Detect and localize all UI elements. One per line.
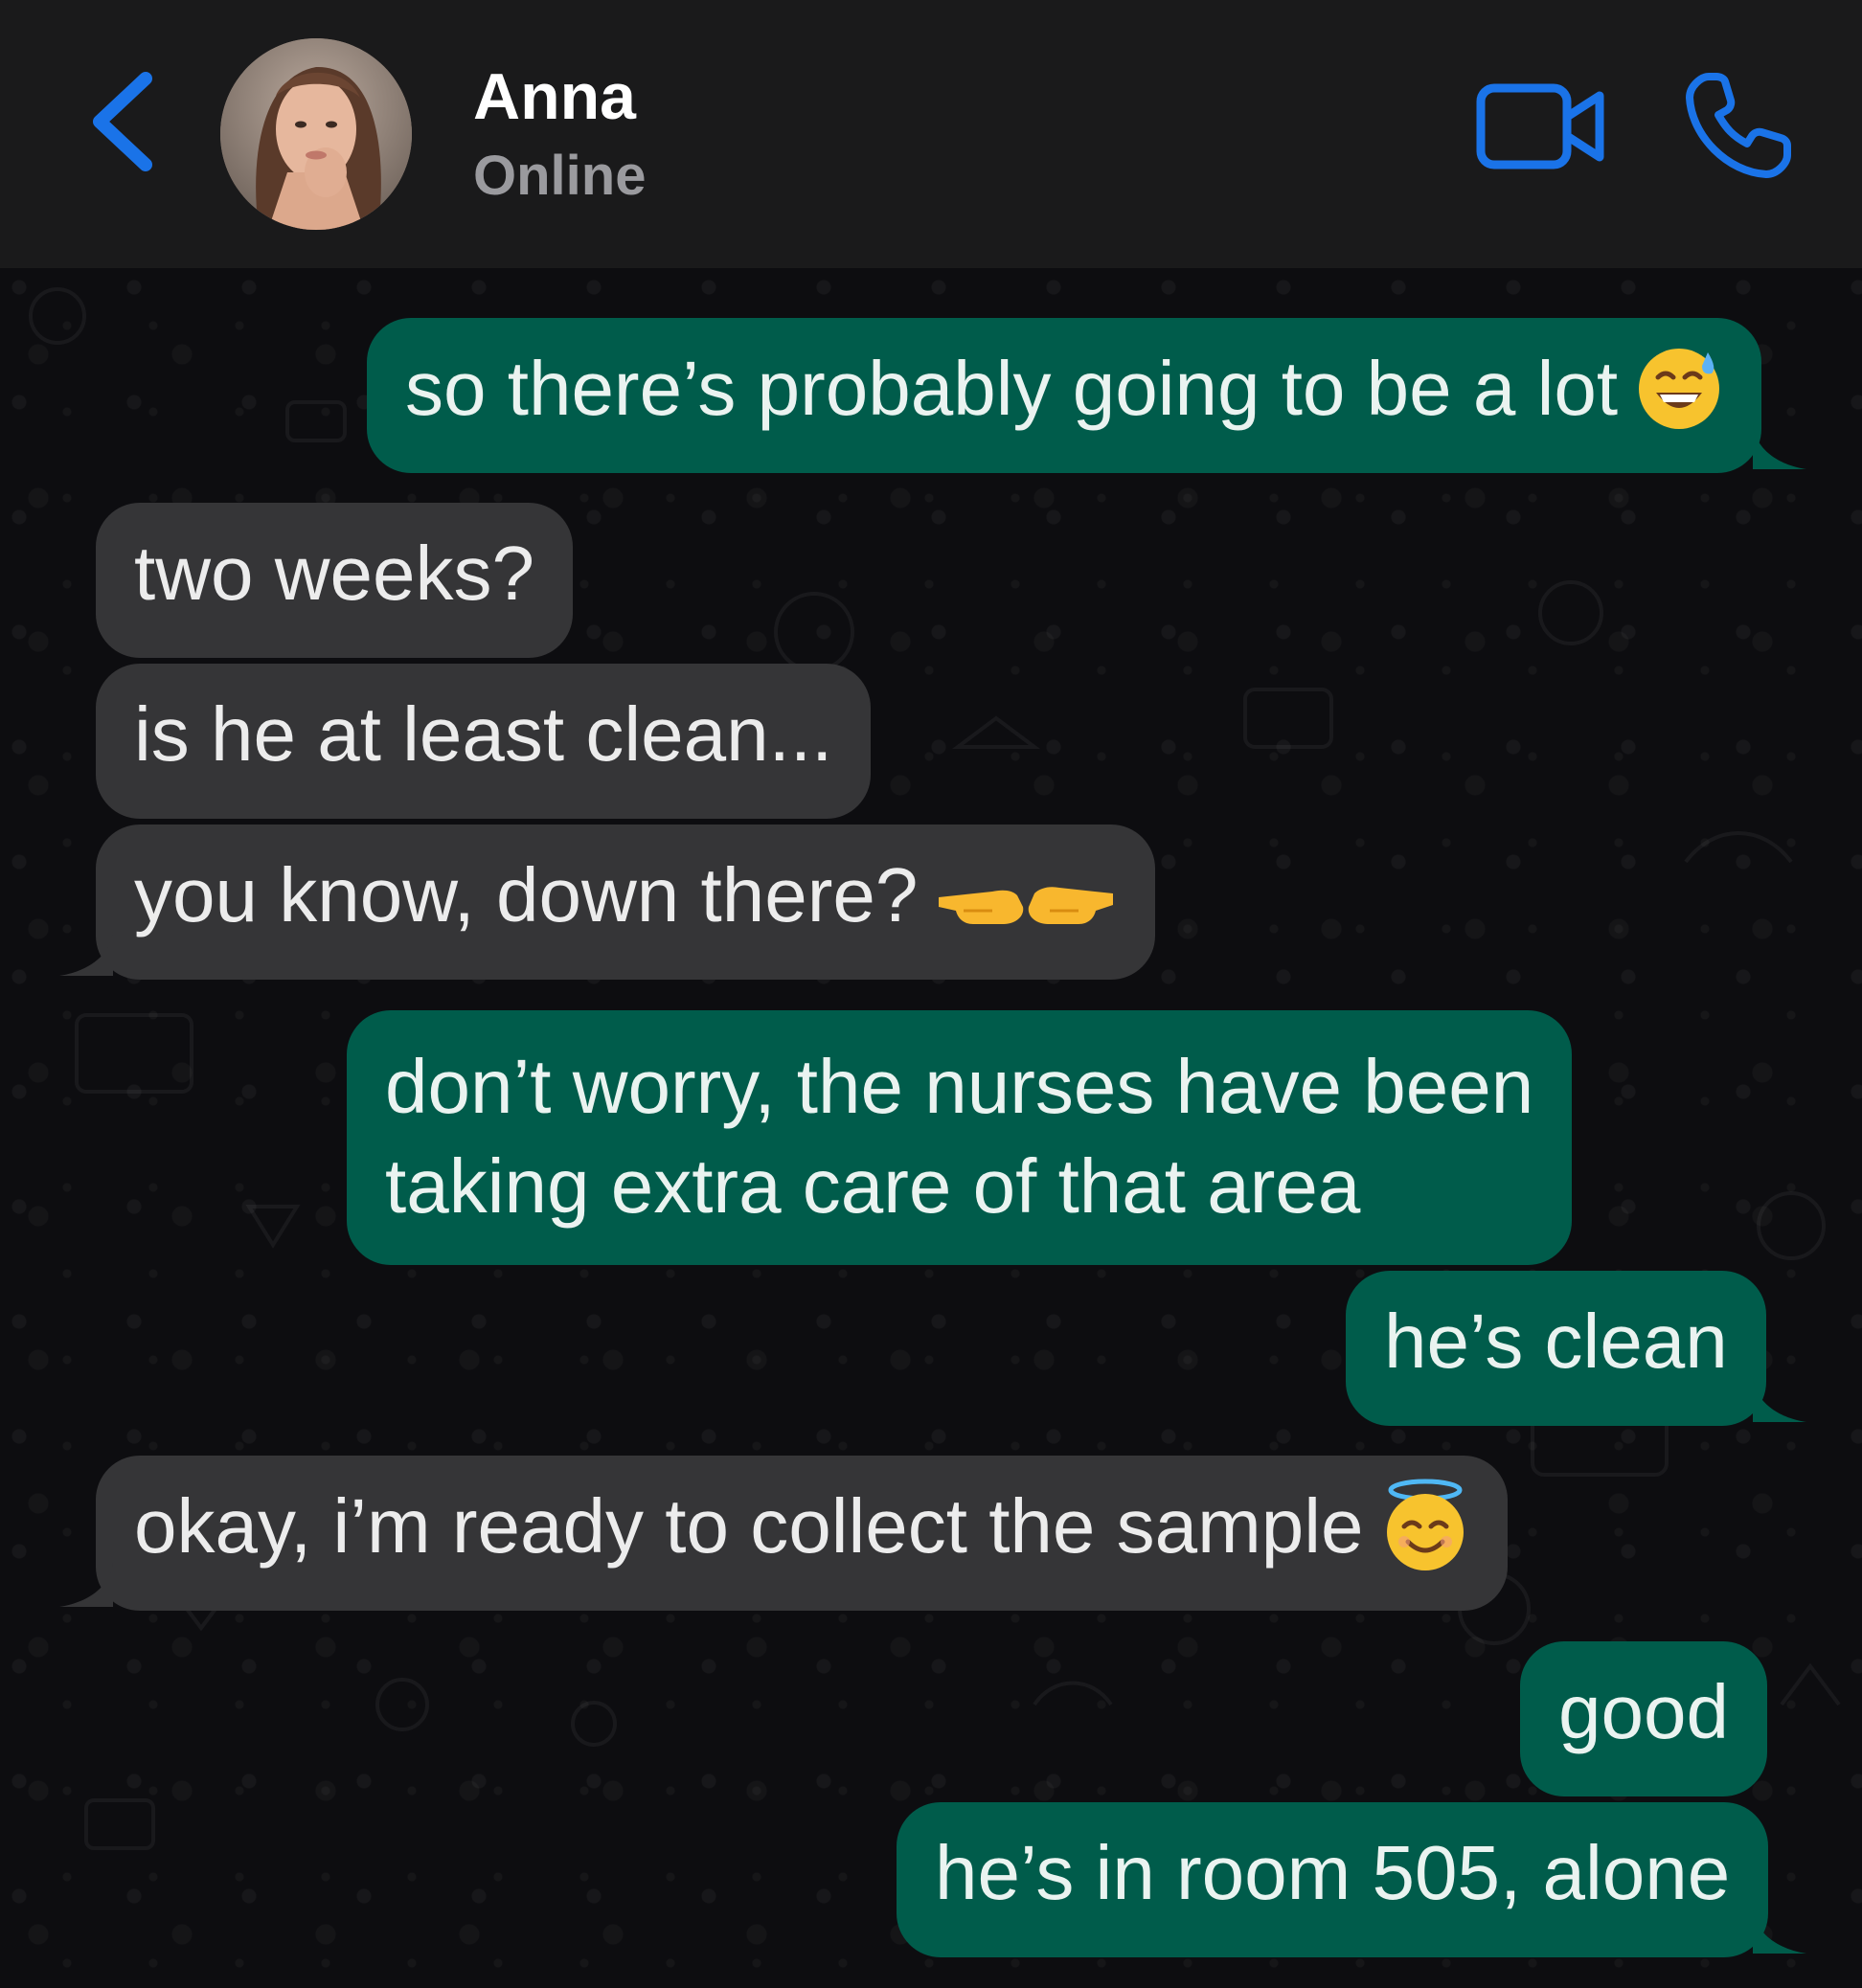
- message-text: good: [1558, 1669, 1729, 1754]
- bubble-tail-incoming: [59, 932, 113, 976]
- message-bubble-outgoing[interactable]: he’s in room 505, alone: [897, 1802, 1769, 1957]
- smiling-face-with-halo-emoji-icon: [1386, 1479, 1464, 1570]
- avatar[interactable]: [220, 38, 412, 230]
- message-bubble-incoming[interactable]: okay, i’m ready to collect the sample: [96, 1456, 1508, 1611]
- grinning-face-with-sweat-emoji-icon: [1639, 348, 1720, 429]
- contact-name[interactable]: Anna: [473, 59, 636, 134]
- chat-screen: Anna Online so there’s probably going to…: [0, 0, 1862, 1988]
- bubble-tail-outgoing: [1753, 1378, 1806, 1422]
- message-text: is he at least clean...: [134, 691, 833, 777]
- video-camera-icon: [1476, 83, 1604, 169]
- voice-call-button[interactable]: [1680, 69, 1795, 184]
- back-button[interactable]: [88, 69, 165, 174]
- video-call-button[interactable]: [1475, 79, 1609, 174]
- message-text-line-2: taking extra care of that area: [385, 1143, 1361, 1229]
- pointing-hands-emoji-icon: [939, 887, 1114, 924]
- message-text: okay, i’m ready to collect the sample: [134, 1483, 1364, 1569]
- avatar-photo: [220, 38, 412, 230]
- message-text: he’s clean: [1384, 1299, 1728, 1384]
- message-bubble-incoming[interactable]: two weeks?: [96, 503, 573, 658]
- message-bubble-incoming[interactable]: you know, down there?: [96, 825, 1156, 980]
- message-bubble-outgoing[interactable]: good: [1520, 1641, 1767, 1796]
- bubble-tail-outgoing: [1753, 1909, 1806, 1954]
- message-bubble-outgoing[interactable]: don’t worry, the nurses have been taking…: [347, 1010, 1573, 1265]
- message-text-line-1: don’t worry, the nurses have been: [385, 1044, 1534, 1129]
- chevron-left-icon: [93, 72, 152, 171]
- chat-messages[interactable]: so there’s probably going to be a lot tw…: [0, 268, 1862, 1988]
- message-text: he’s in room 505, alone: [935, 1830, 1731, 1915]
- message-bubble-outgoing[interactable]: he’s clean: [1346, 1271, 1766, 1426]
- message-text: two weeks?: [134, 531, 534, 616]
- message-bubble-incoming[interactable]: is he at least clean...: [96, 664, 872, 819]
- message-text: you know, down there?: [134, 852, 919, 938]
- message-text: so there’s probably going to be a lot: [405, 346, 1619, 431]
- phone-icon: [1686, 73, 1791, 178]
- contact-status: Online: [473, 145, 647, 207]
- bubble-tail-incoming: [59, 1563, 113, 1607]
- bubble-tail-outgoing: [1753, 425, 1806, 469]
- message-bubble-outgoing[interactable]: so there’s probably going to be a lot: [367, 318, 1762, 473]
- chat-header: Anna Online: [0, 0, 1862, 268]
